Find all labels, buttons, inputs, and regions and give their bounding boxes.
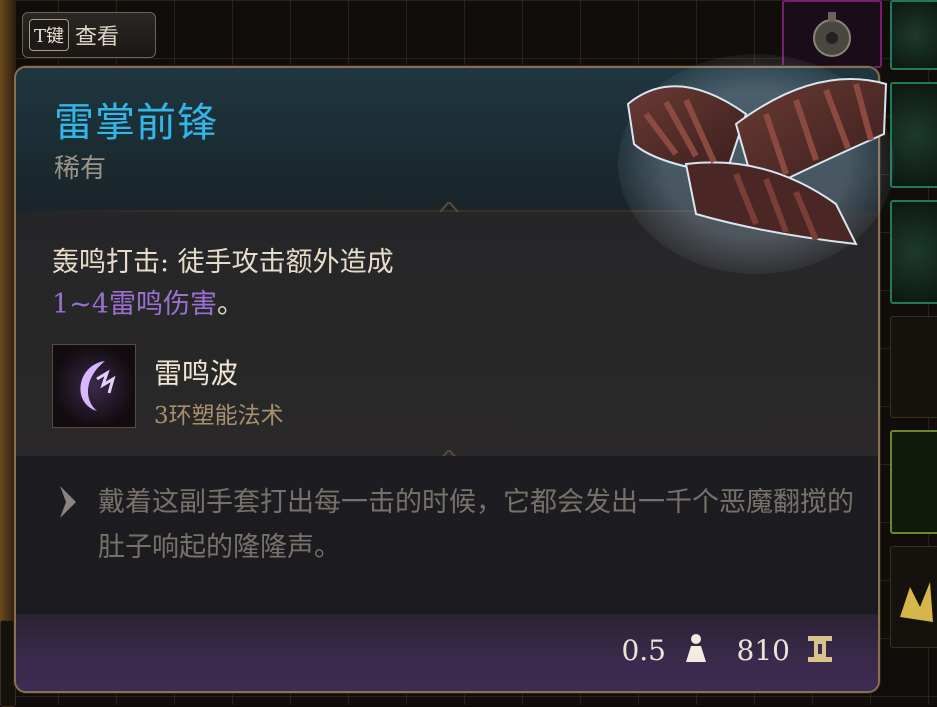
item-weight: 0.5 (621, 634, 666, 667)
inventory-slot[interactable] (890, 316, 937, 418)
item-value: 810 (736, 634, 790, 667)
key-hint-label: 查看 (75, 25, 120, 50)
passive-damage: 1~4雷鸣伤害。 (52, 282, 244, 321)
inventory-slot[interactable] (890, 82, 937, 188)
item-rarity: 稀有 (54, 154, 107, 184)
weight-icon (682, 632, 710, 666)
spell-subtitle: 3环塑能法术 (154, 403, 284, 429)
gold-icon (806, 634, 834, 664)
key-cap: T键 (29, 19, 70, 51)
inspect-key-hint[interactable]: T键 查看 (22, 12, 156, 58)
item-name: 雷掌前锋 (54, 100, 218, 146)
tooltip-footer: 0.5 810 (16, 614, 878, 691)
passive-description: 轰鸣打击: 徒手攻击额外造成 (52, 247, 394, 278)
inventory-slot[interactable] (890, 546, 937, 648)
inventory-slot[interactable] (890, 0, 937, 70)
inventory-slot[interactable] (890, 200, 937, 304)
damage-tail: 。 (216, 289, 244, 320)
spell-name: 雷鸣波 (154, 357, 239, 390)
gloves-art-icon (616, 44, 896, 284)
gold-pile-icon (891, 547, 937, 647)
lore-chevron-icon (52, 482, 86, 522)
damage-value: 1~4雷鸣伤害 (52, 289, 217, 320)
lore-text: 戴着这副手套打出每一击的时候，它都会发出一千个恶魔翻搅的肚子响起的隆隆声。 (98, 487, 854, 563)
thunderwave-icon[interactable] (52, 344, 136, 428)
tooltip-lore: 戴着这副手套打出每一击的时候，它都会发出一千个恶魔翻搅的肚子响起的隆隆声。 (16, 456, 878, 618)
inventory-slot[interactable] (890, 430, 937, 534)
